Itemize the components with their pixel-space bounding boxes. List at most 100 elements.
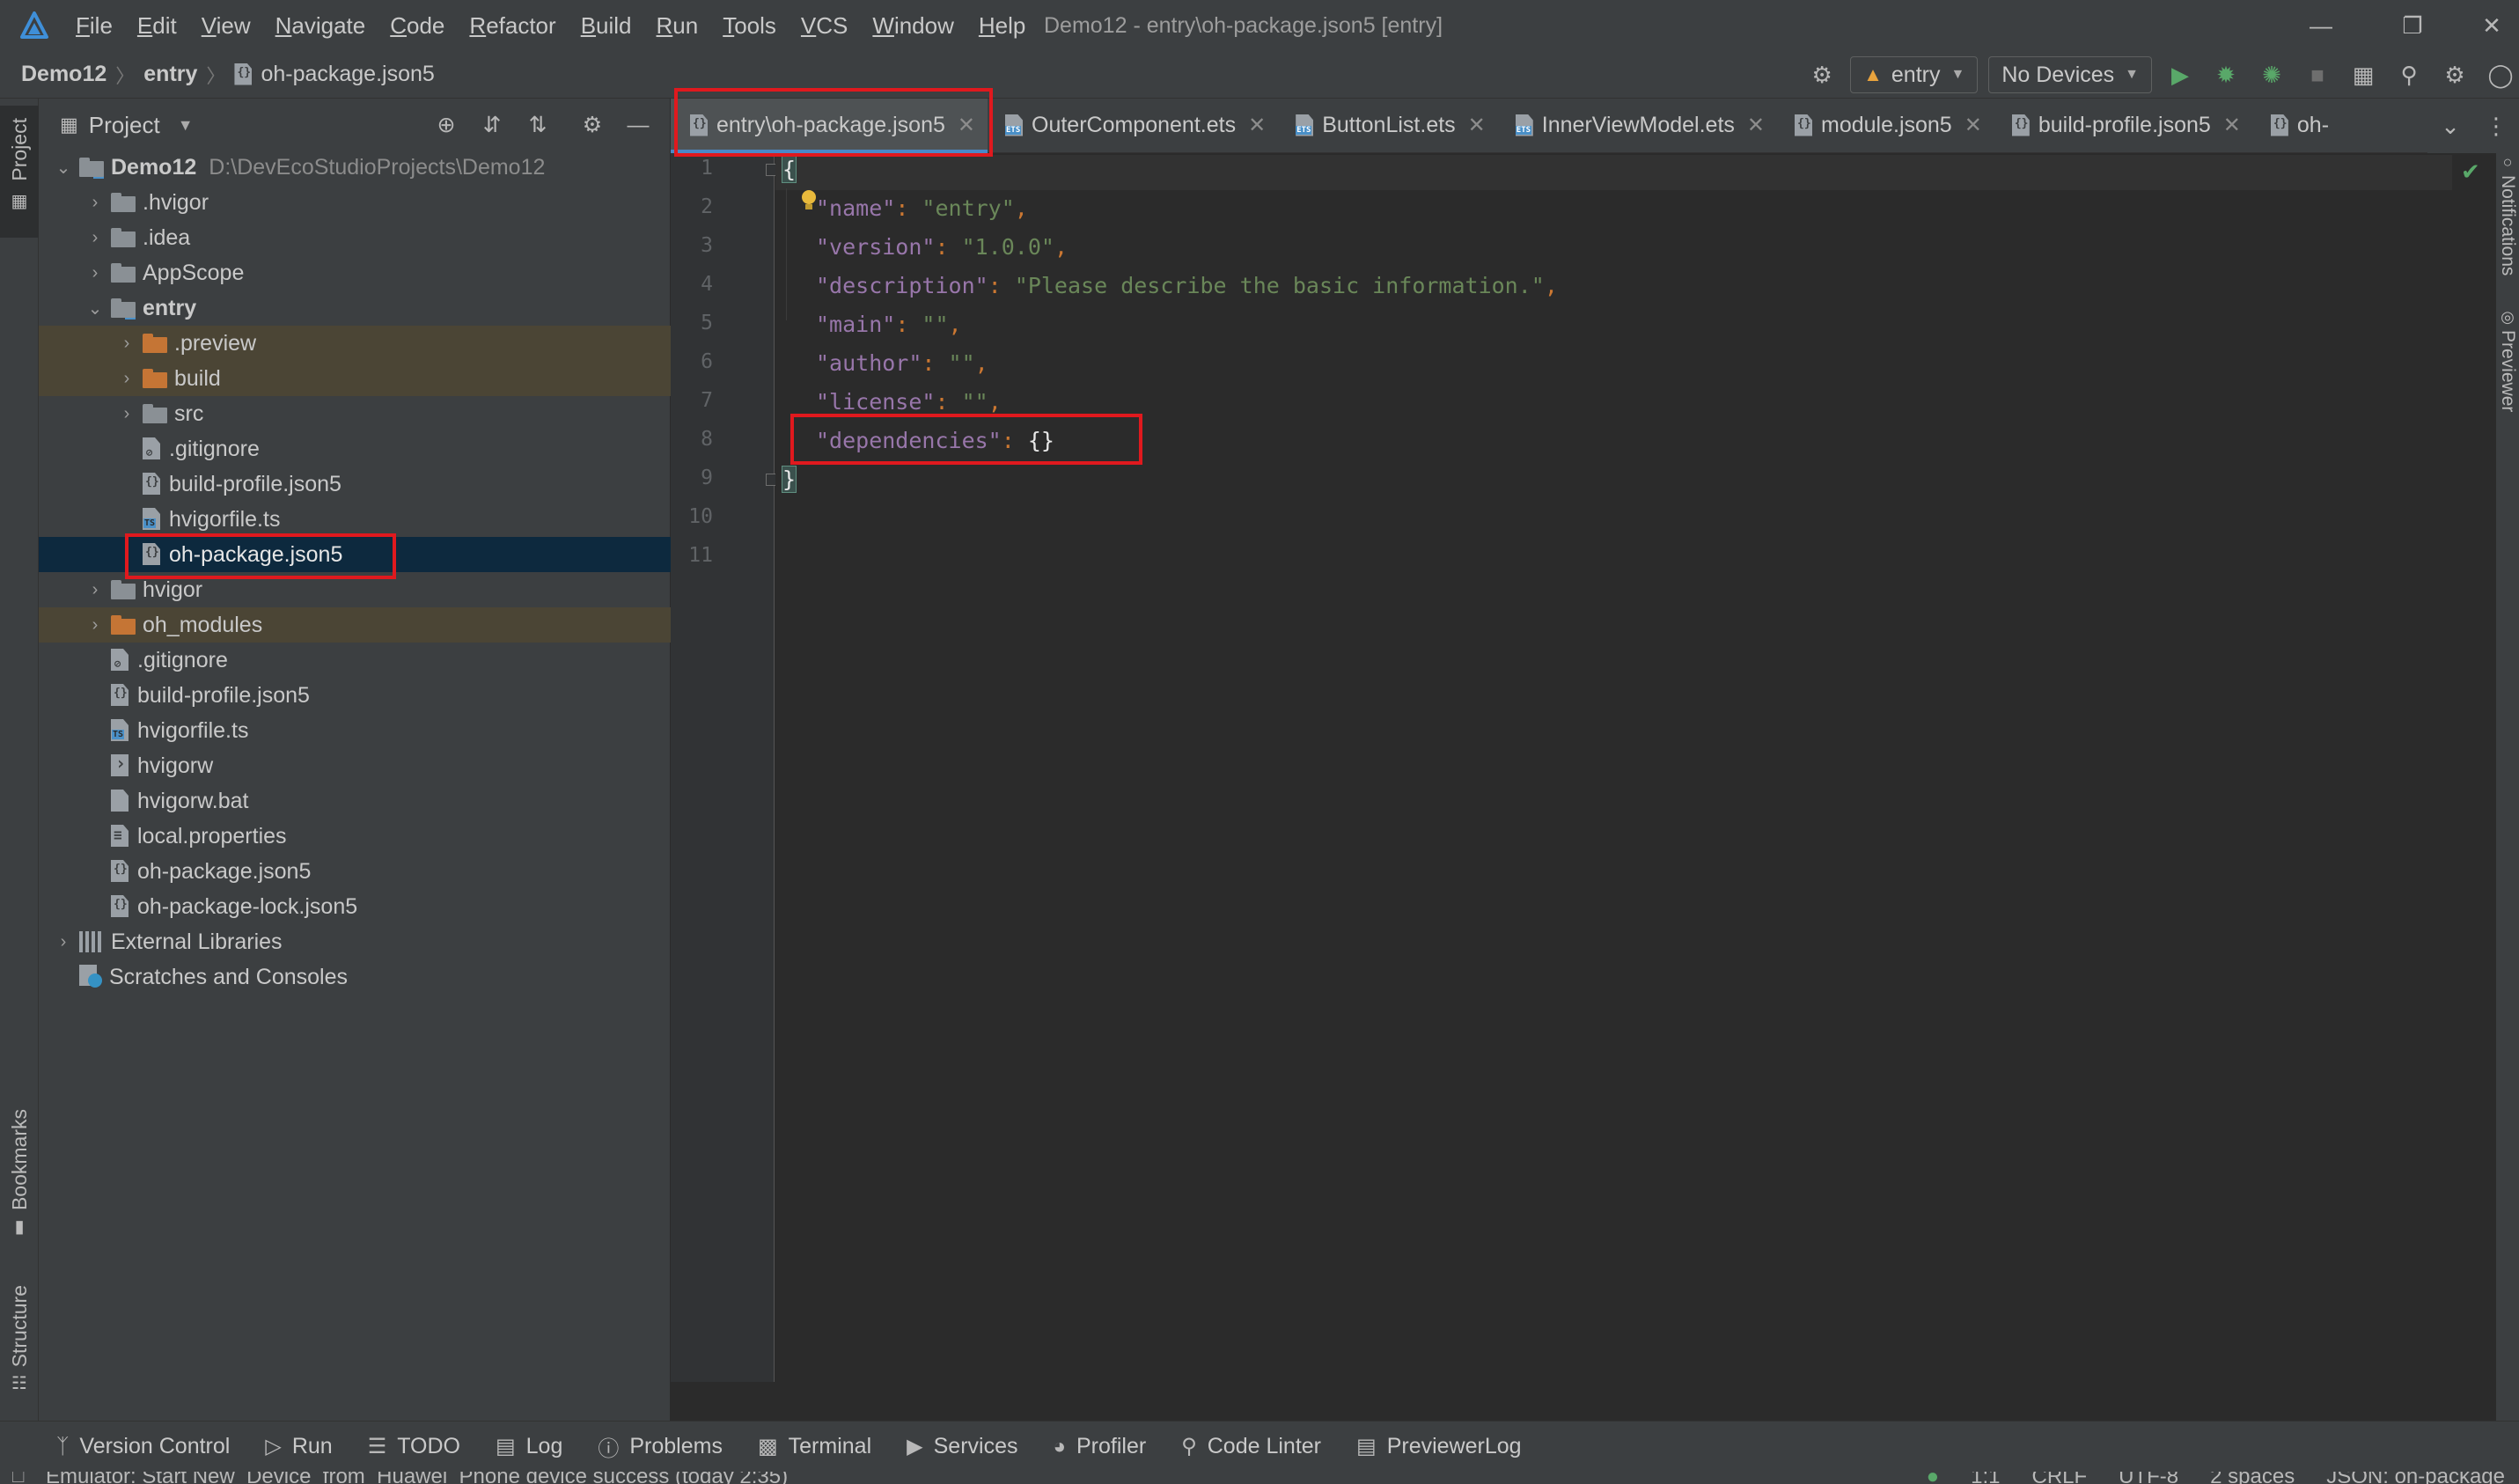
tree-item-gitignore[interactable]: .gitignore [39, 643, 671, 678]
tree-item-src[interactable]: › src [39, 396, 671, 431]
tree-item-entry[interactable]: ⌄ entry [39, 290, 671, 326]
tool-version-control[interactable]: ᛉ Version Control [56, 1434, 230, 1459]
structure-tool-tab[interactable]: Structure ☷ [0, 1285, 39, 1408]
tool-code-linter[interactable]: ⚲ Code Linter [1181, 1434, 1321, 1459]
panel-options-gear-icon[interactable]: ⚙ [575, 107, 610, 143]
chevron-right-icon[interactable]: › [79, 615, 111, 635]
menu-edit[interactable]: Edit [125, 0, 189, 51]
settings-gear-icon[interactable]: ⚙ [2436, 56, 2473, 93]
status-toggle-icon[interactable]: □ [12, 1472, 24, 1484]
code-editor[interactable]: { "name": "entry", "version": "1.0.0", "… [775, 153, 2474, 1382]
chevron-right-icon[interactable]: › [111, 334, 143, 354]
chevron-down-icon[interactable]: ⌄ [48, 157, 79, 179]
module-selector[interactable]: ▲ entry ▼ [1850, 56, 1979, 93]
tool-log[interactable]: ▤ Log [496, 1434, 562, 1459]
bookmarks-tool-tab[interactable]: Bookmarks ▮ [0, 1109, 39, 1250]
chevron-right-icon[interactable]: › [48, 932, 79, 952]
tree-item-scratches[interactable]: Scratches and Consoles [39, 959, 671, 995]
chevron-down-icon[interactable]: ⌄ [79, 298, 111, 320]
collapse-all-icon[interactable]: ⇅ [520, 107, 555, 143]
menu-refactor[interactable]: Refactor [457, 0, 568, 51]
tab-innerviewmodel[interactable]: InnerViewModel.ets ✕ [1498, 99, 1777, 153]
project-tool-tab[interactable]: Project ▦ [0, 106, 39, 238]
account-icon[interactable]: ◯ [2482, 56, 2519, 93]
more-options-icon[interactable]: ⋮ [2478, 107, 2515, 144]
tool-profiler[interactable]: ◕ Profiler [1053, 1434, 1146, 1459]
tree-item-hvigorw[interactable]: hvigorw [39, 748, 671, 783]
menu-window[interactable]: Window [860, 0, 966, 51]
run-icon[interactable]: ▶ [2162, 56, 2199, 93]
tree-item-entry-oh-package[interactable]: oh-package.json5 [39, 537, 671, 572]
tree-item-build[interactable]: › build [39, 361, 671, 396]
close-tab-icon[interactable]: ✕ [1248, 113, 1266, 138]
close-tab-icon[interactable]: ✕ [1468, 113, 1486, 138]
menu-tools[interactable]: Tools [710, 0, 789, 51]
tree-item-preview[interactable]: › .preview [39, 326, 671, 361]
close-tab-icon[interactable]: ✕ [1965, 113, 1982, 138]
tree-item-entry-hvigorfile[interactable]: hvigorfile.ts [39, 502, 671, 537]
file-type[interactable]: JSON: oh-package [2326, 1472, 2505, 1484]
menu-file[interactable]: File [63, 0, 125, 51]
tab-build-profile[interactable]: build-profile.json5 ✕ [1994, 99, 2253, 153]
tool-todo[interactable]: ☰ TODO [368, 1434, 460, 1459]
tool-run[interactable]: ▷ Run [265, 1434, 332, 1459]
attach-debugger-icon[interactable]: ✺ [2253, 56, 2290, 93]
chevron-right-icon[interactable]: › [79, 580, 111, 600]
tree-item-demo12[interactable]: ⌄ Demo12 D:\DevEcoStudioProjects\Demo12 [39, 150, 671, 185]
close-tab-icon[interactable]: ✕ [958, 113, 975, 138]
tree-item-hvigor-dir[interactable]: › .hvigor [39, 185, 671, 220]
tab-buttonlist[interactable]: ButtonList.ets ✕ [1278, 99, 1498, 153]
close-tab-icon[interactable]: ✕ [2223, 113, 2241, 138]
project-structure-icon[interactable]: ▦ [2345, 56, 2382, 93]
chevron-right-icon[interactable]: › [79, 193, 111, 213]
tab-module-json5[interactable]: module.json5 ✕ [1777, 99, 1994, 153]
close-tab-icon[interactable]: ✕ [1747, 113, 1765, 138]
device-selector[interactable]: No Devices ▼ [1988, 56, 2152, 93]
target-settings-icon[interactable]: ⚙ [1803, 56, 1840, 93]
tree-item-oh-package[interactable]: oh-package.json5 [39, 854, 671, 889]
close-window-icon[interactable]: ✕ [2452, 0, 2519, 51]
breadcrumb-file[interactable]: oh-package.json5 [234, 62, 434, 87]
expand-all-icon[interactable]: ⇵ [474, 107, 510, 143]
tree-item-hvigor[interactable]: › hvigor [39, 572, 671, 607]
line-separator[interactable]: CRLF [2031, 1472, 2087, 1484]
tool-services[interactable]: ▶ Services [907, 1434, 1017, 1459]
show-hidden-tabs-chevron-icon[interactable]: ⌄ [2432, 107, 2469, 144]
tree-item-local-properties[interactable]: local.properties [39, 819, 671, 854]
chevron-right-icon[interactable]: › [111, 369, 143, 389]
debug-icon[interactable]: ✹ [2207, 56, 2244, 93]
tree-item-oh-package-lock[interactable]: oh-package-lock.json5 [39, 889, 671, 924]
notifications-tool-tab[interactable]: ○ Notifications [2496, 153, 2519, 276]
tab-outercomponent[interactable]: OuterComponent.ets ✕ [988, 99, 1278, 153]
tree-item-entry-build-profile[interactable]: build-profile.json5 [39, 467, 671, 502]
menu-build[interactable]: Build [569, 0, 644, 51]
no-problems-check-icon[interactable]: ✔ [2461, 158, 2480, 186]
breadcrumb-project[interactable]: Demo12 [21, 62, 106, 87]
menu-help[interactable]: Help [966, 0, 1038, 51]
tool-terminal[interactable]: ▩ Terminal [758, 1434, 871, 1459]
indent-setting[interactable]: 2 spaces [2210, 1472, 2295, 1484]
chevron-down-icon[interactable]: ▼ [178, 116, 194, 135]
menu-view[interactable]: View [189, 0, 263, 51]
tree-item-oh-modules[interactable]: › oh_modules [39, 607, 671, 643]
restore-icon[interactable]: ❐ [2373, 0, 2452, 51]
tab-oh-truncated[interactable]: oh- [2253, 99, 2341, 153]
menu-vcs[interactable]: VCS [789, 0, 860, 51]
search-icon[interactable]: ⚲ [2390, 56, 2427, 93]
locate-file-icon[interactable]: ⊕ [429, 107, 464, 143]
tree-item-external-libraries[interactable]: › External Libraries [39, 924, 671, 959]
hide-panel-icon[interactable]: — [621, 107, 656, 143]
tree-item-hvigorfile[interactable]: hvigorfile.ts [39, 713, 671, 748]
menu-run[interactable]: Run [644, 0, 711, 51]
minimize-icon[interactable]: — [2281, 0, 2361, 51]
tree-item-appscope[interactable]: › AppScope [39, 255, 671, 290]
tab-entry-oh-package[interactable]: entry\oh-package.json5 ✕ [671, 98, 988, 153]
tool-previewer-log[interactable]: ▤ PreviewerLog [1356, 1434, 1522, 1459]
file-encoding[interactable]: UTF-8 [2119, 1472, 2178, 1484]
stop-icon[interactable]: ■ [2299, 56, 2336, 93]
tool-problems[interactable]: ⓘ Problems [598, 1431, 723, 1462]
caret-position[interactable]: 1:1 [1971, 1472, 2000, 1484]
chevron-right-icon[interactable]: › [79, 263, 111, 283]
tree-item-hvigorw-bat[interactable]: hvigorw.bat [39, 783, 671, 819]
tree-item-entry-gitignore[interactable]: .gitignore [39, 431, 671, 467]
